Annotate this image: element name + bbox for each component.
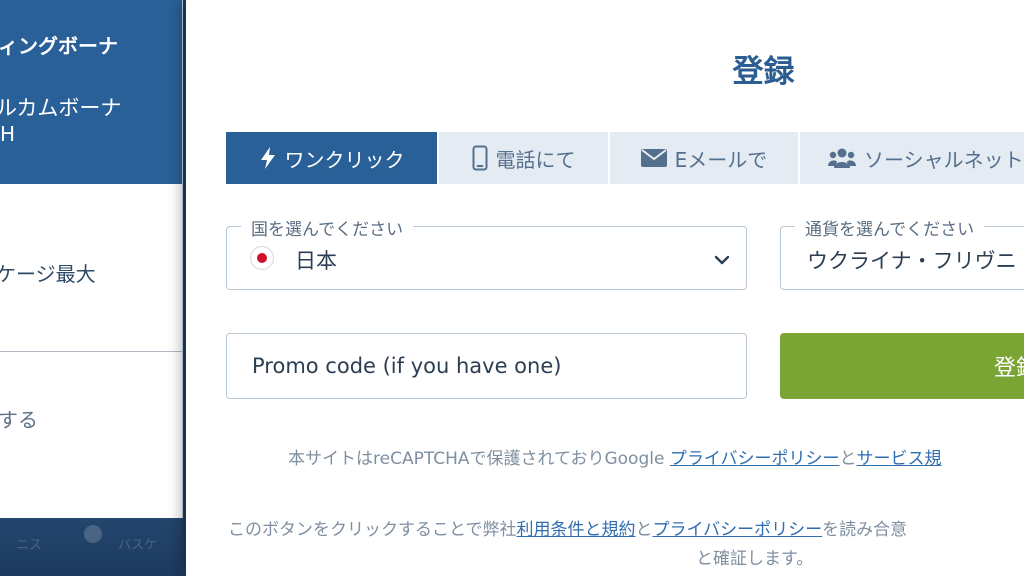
tab-label: ワンクリック	[284, 147, 405, 172]
country-label: 国を選んでください	[241, 215, 414, 240]
consent-line-2: と確証します。	[696, 549, 814, 569]
promo-placeholder: Promo code (if you have one)	[252, 354, 562, 378]
bonus-sidebar: ィングボーナ ルカムボーナ H ケージ最大 する	[0, 0, 183, 518]
google-terms-link[interactable]: サービス規	[857, 449, 942, 469]
ghost-text: バスケ	[118, 538, 158, 553]
sidebar-highlight[interactable]: ィングボーナ ルカムボーナ H	[0, 0, 182, 184]
recaptcha-notice: 本サイトはreCAPTCHAで保護されておりGoogle プライバシーポリシーと…	[288, 444, 942, 469]
currency-label: 通貨を選んでください	[795, 215, 985, 240]
terms-link[interactable]: 利用条件と規約	[517, 520, 636, 540]
japan-flag-icon	[251, 247, 273, 269]
consent-suffix: を読み合意	[822, 520, 908, 540]
chevron-down-icon	[714, 251, 730, 270]
sidebar-promo-2[interactable]: ルカムボーナ	[0, 95, 121, 121]
registration-tabs: ワンクリック 電話にて Eメールで ソーシャルネット	[226, 132, 1024, 184]
tab-phone[interactable]: 電話にて	[439, 132, 610, 184]
tab-one-click[interactable]: ワンクリック	[226, 132, 439, 184]
country-select[interactable]: 国を選んでください 日本	[226, 215, 747, 290]
sidebar-promo-1[interactable]: ィングボーナ	[0, 30, 118, 59]
lightning-icon	[259, 146, 277, 170]
currency-select[interactable]: 通貨を選んでください ウクライナ・フリヴニ	[780, 215, 1024, 290]
ball-icon	[84, 525, 102, 543]
register-button-label: 登録	[994, 356, 1024, 381]
google-privacy-link[interactable]: プライバシーポリシー	[670, 449, 840, 469]
sidebar-divider	[0, 351, 182, 352]
register-button[interactable]: 登録	[780, 333, 1024, 399]
tab-social[interactable]: ソーシャルネット	[800, 132, 1024, 184]
screen: ィングボーナ ルカムボーナ H ケージ最大 する ニス バスケ 登録 ワンクリッ…	[0, 0, 1024, 576]
promo-code-input[interactable]: Promo code (if you have one)	[226, 333, 747, 399]
recaptcha-and: と	[839, 449, 857, 469]
modal-title: 登録	[732, 54, 795, 90]
tab-email[interactable]: Eメールで	[610, 132, 800, 184]
sidebar-promo-2-sub: H	[0, 122, 16, 146]
privacy-link[interactable]: プライバシーポリシー	[653, 520, 823, 540]
users-icon	[828, 148, 856, 168]
tab-label: 電話にて	[495, 147, 576, 172]
tab-label: Eメールで	[674, 147, 768, 172]
country-value: 日本	[295, 249, 337, 273]
currency-value: ウクライナ・フリヴニ	[807, 249, 1017, 273]
tab-label: ソーシャルネット	[864, 147, 1024, 172]
phone-icon	[472, 145, 488, 171]
sidebar-action[interactable]: する	[0, 404, 38, 433]
registration-modal: 登録 ワンクリック 電話にて Eメールで ソーシャルネット 国を選んでください …	[186, 0, 1024, 576]
sidebar-package[interactable]: ケージ最大	[0, 258, 96, 287]
ghost-text: ニス	[16, 538, 43, 553]
consent-notice: このボタンをクリックすることで弊社利用条件と規約とプライバシーポリシーを読み合意	[228, 515, 907, 540]
consent-prefix: このボタンをクリックすることで弊社	[228, 520, 517, 540]
consent-and: と	[635, 520, 653, 540]
envelope-icon	[640, 149, 667, 167]
recaptcha-prefix: 本サイトはreCAPTCHAで保護されておりGoogle	[288, 449, 670, 469]
